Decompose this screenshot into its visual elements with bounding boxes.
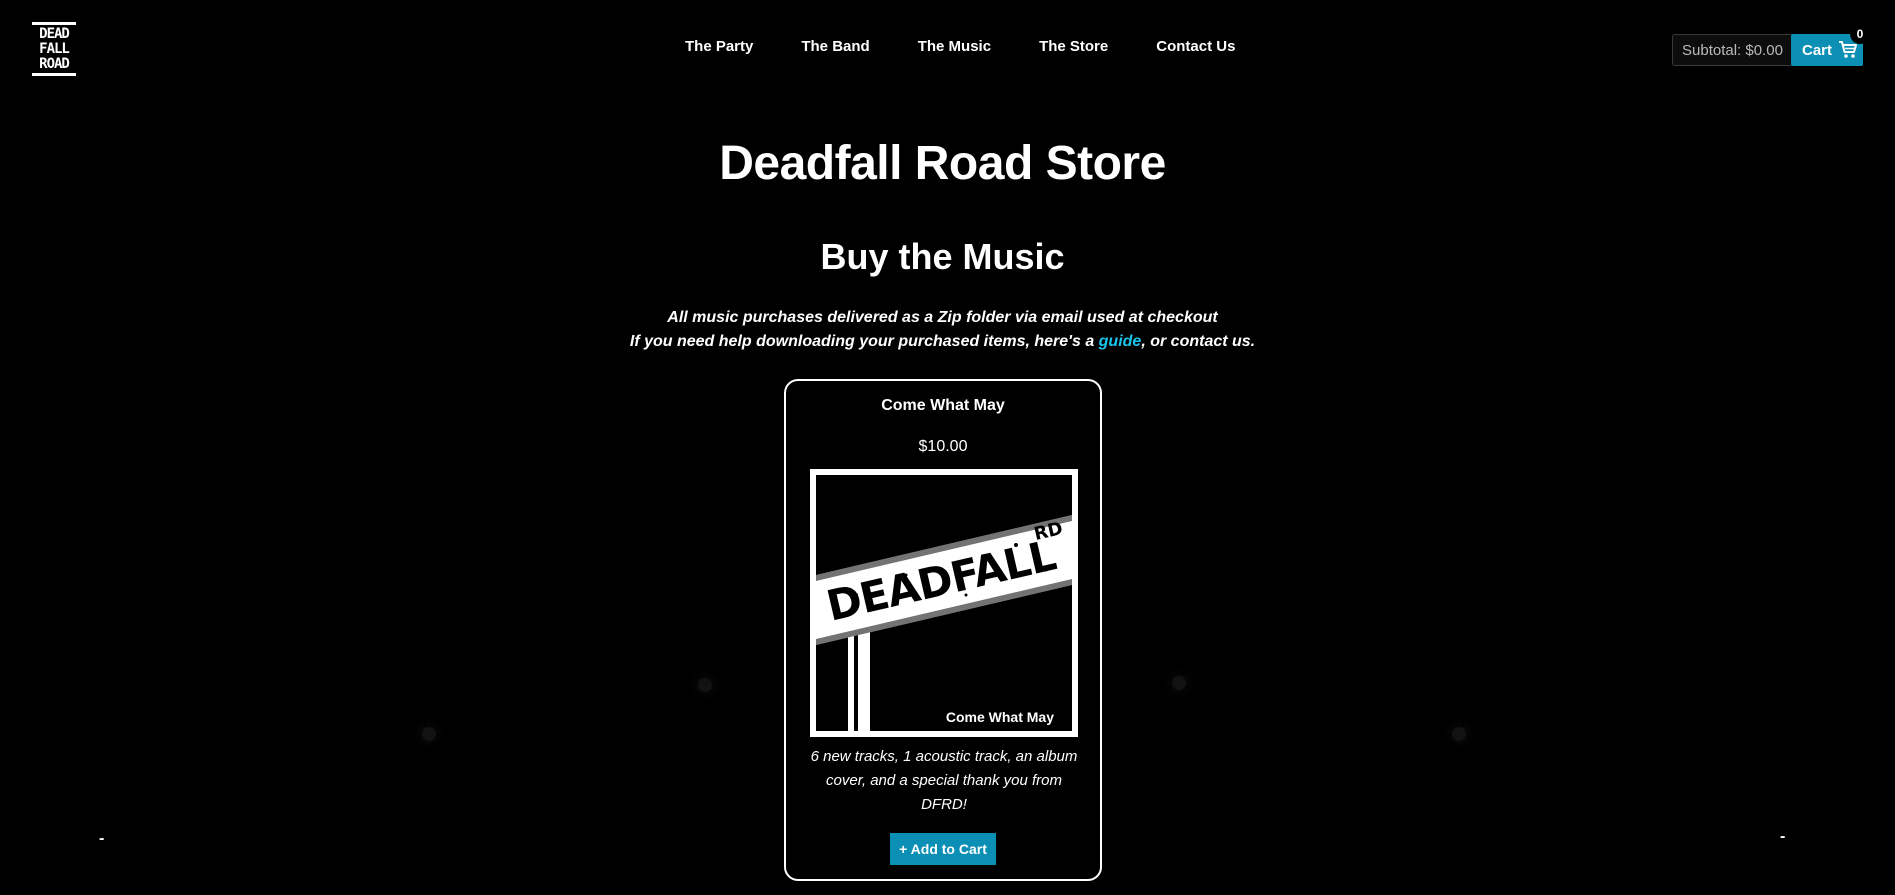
background-sparkle — [1172, 676, 1186, 690]
product-name: Come What May — [881, 397, 1005, 414]
nav-item-the-store[interactable]: The Store — [1039, 38, 1108, 55]
product-description: 6 new tracks, 1 acoustic track, an album… — [810, 748, 1078, 813]
section-title: Buy the Music — [820, 236, 1065, 277]
product-card: Come What May $10.00 DEADFALL RD Come Wh… — [784, 379, 1102, 881]
main-nav: The Party The Band The Music The Store C… — [685, 38, 1235, 55]
nav-item-the-music[interactable]: The Music — [918, 38, 991, 55]
logo-line-3: ROAD — [39, 55, 70, 72]
page: DEAD FALL ROAD The Party The Band The Mu… — [0, 0, 1895, 895]
product-price: $10.00 — [918, 438, 968, 455]
background-sparkle — [698, 678, 712, 692]
purchase-note-prefix: If you need help downloading your purcha… — [629, 333, 1099, 350]
logo-line-1: DEAD — [39, 25, 70, 42]
background-sparkle — [422, 727, 436, 741]
purchase-note-line-1: All music purchases delivered as a Zip f… — [667, 309, 1218, 326]
nav-item-contact-us[interactable]: Contact Us — [1156, 38, 1235, 55]
cart-button-label: Cart — [1802, 41, 1833, 59]
page-title: Deadfall Road Store — [719, 137, 1166, 190]
cart-count-badge: 0 — [1850, 24, 1870, 44]
purchase-notes: All music purchases delivered as a Zip f… — [0, 306, 1885, 354]
nav-item-the-party[interactable]: The Party — [685, 38, 753, 55]
carousel-prev-button[interactable]: - — [99, 830, 104, 848]
deadfall-road-logo[interactable]: DEAD FALL ROAD — [32, 22, 76, 76]
guide-link[interactable]: guide — [1099, 333, 1142, 350]
logo-line-2: FALL — [39, 40, 70, 57]
purchase-note-line-2: If you need help downloading your purcha… — [0, 330, 1885, 354]
add-to-cart-button[interactable]: + Add to Cart — [890, 833, 996, 865]
shopping-cart-icon — [1839, 41, 1858, 58]
carousel-next-button[interactable]: - — [1780, 828, 1785, 846]
background-sparkle — [1452, 727, 1466, 741]
cart-subtotal[interactable]: Subtotal: $0.00 — [1672, 34, 1793, 66]
album-cover[interactable]: DEADFALL RD Come What May — [810, 469, 1078, 737]
site-header: DEAD FALL ROAD The Party The Band The Mu… — [0, 0, 1895, 98]
album-cover-art: DEADFALL RD Come What May — [816, 475, 1072, 731]
nav-item-the-band[interactable]: The Band — [801, 38, 869, 55]
cover-caption: Come What May — [945, 709, 1054, 725]
purchase-note-suffix: , or contact us. — [1141, 333, 1256, 350]
